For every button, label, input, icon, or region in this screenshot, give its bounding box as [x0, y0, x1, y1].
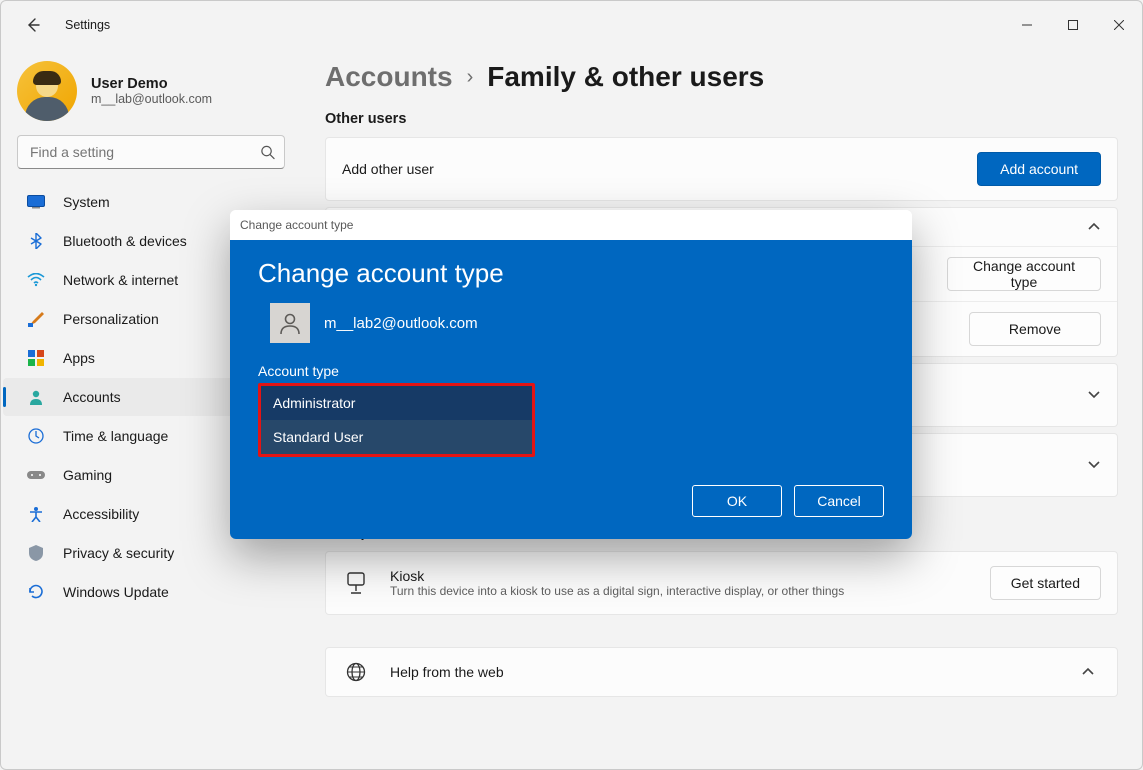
- cancel-button[interactable]: Cancel: [794, 485, 884, 517]
- user-square-icon: [270, 303, 310, 343]
- close-button[interactable]: [1096, 9, 1142, 41]
- ok-button[interactable]: OK: [692, 485, 782, 517]
- titlebar: Settings: [1, 1, 1142, 49]
- kiosk-icon: [342, 572, 370, 594]
- section-other-users: Other users: [325, 111, 1118, 127]
- minimize-button[interactable]: [1004, 9, 1050, 41]
- dialog-user-row: m__lab2@outlook.com: [258, 303, 884, 343]
- globe-icon: [342, 662, 370, 682]
- update-icon: [27, 583, 45, 601]
- nav-label: Network & internet: [63, 272, 178, 288]
- maximize-icon: [1068, 20, 1078, 30]
- shield-icon: [27, 544, 45, 562]
- back-button[interactable]: [19, 11, 47, 39]
- maximize-button[interactable]: [1050, 9, 1096, 41]
- add-other-user-label: Add other user: [342, 161, 434, 177]
- chevron-down-icon: [1087, 390, 1101, 400]
- chevron-up-icon: [1087, 222, 1101, 232]
- wifi-icon: [27, 271, 45, 289]
- bluetooth-icon: [27, 232, 45, 250]
- help-from-web-row[interactable]: Help from the web: [325, 647, 1118, 697]
- option-standard-user[interactable]: Standard User: [261, 420, 532, 454]
- dialog-user-email: m__lab2@outlook.com: [324, 315, 478, 332]
- nav-label: Accounts: [63, 389, 121, 405]
- nav-label: Time & language: [63, 428, 168, 444]
- dialog-heading: Change account type: [258, 258, 884, 289]
- search-icon: [260, 145, 275, 160]
- arrow-left-icon: [25, 17, 41, 33]
- nav-item-update[interactable]: Windows Update: [3, 573, 295, 611]
- search-input[interactable]: [17, 135, 285, 169]
- kiosk-subtitle: Turn this device into a kiosk to use as …: [390, 584, 844, 598]
- breadcrumb: Accounts › Family & other users: [325, 61, 1118, 93]
- account-type-label: Account type: [258, 363, 884, 379]
- change-account-type-button[interactable]: Change account type: [947, 257, 1101, 291]
- profile-email: m__lab@outlook.com: [91, 92, 212, 106]
- help-title: Help from the web: [390, 664, 504, 680]
- option-administrator[interactable]: Administrator: [261, 386, 532, 420]
- search-box[interactable]: [17, 135, 285, 169]
- nav-label: Personalization: [63, 311, 159, 327]
- kiosk-row: Kiosk Turn this device into a kiosk to u…: [325, 551, 1118, 615]
- nav-label: Privacy & security: [63, 545, 174, 561]
- profile-block[interactable]: User Demo m__lab@outlook.com: [1, 57, 301, 135]
- breadcrumb-root[interactable]: Accounts: [325, 61, 453, 93]
- chevron-up-icon: [1075, 667, 1101, 677]
- nav-item-privacy[interactable]: Privacy & security: [3, 534, 295, 572]
- dialog-titlebar: Change account type: [230, 210, 912, 240]
- nav-label: System: [63, 194, 110, 210]
- nav-label: Apps: [63, 350, 95, 366]
- profile-name: User Demo: [91, 76, 212, 92]
- clock-globe-icon: [27, 427, 45, 445]
- nav-label: Windows Update: [63, 584, 169, 600]
- chevron-right-icon: ›: [467, 66, 474, 89]
- nav-label: Gaming: [63, 467, 112, 483]
- gamepad-icon: [27, 466, 45, 484]
- get-started-button[interactable]: Get started: [990, 566, 1101, 600]
- minimize-icon: [1022, 20, 1032, 30]
- person-icon: [27, 388, 45, 406]
- system-icon: [27, 193, 45, 211]
- close-icon: [1114, 20, 1124, 30]
- change-account-type-dialog: Change account type Change account type …: [230, 210, 912, 539]
- add-other-user-row: Add other user Add account: [325, 137, 1118, 201]
- kiosk-title: Kiosk: [390, 568, 844, 584]
- apps-icon: [27, 349, 45, 367]
- nav-label: Accessibility: [63, 506, 139, 522]
- account-type-dropdown[interactable]: Administrator Standard User: [258, 383, 535, 457]
- accessibility-icon: [27, 505, 45, 523]
- chevron-down-icon: [1087, 460, 1101, 470]
- window-title: Settings: [65, 18, 110, 32]
- brush-icon: [27, 310, 45, 328]
- breadcrumb-leaf: Family & other users: [487, 61, 764, 93]
- nav-label: Bluetooth & devices: [63, 233, 187, 249]
- remove-user-button[interactable]: Remove: [969, 312, 1101, 346]
- add-account-button[interactable]: Add account: [977, 152, 1101, 186]
- avatar: [17, 61, 77, 121]
